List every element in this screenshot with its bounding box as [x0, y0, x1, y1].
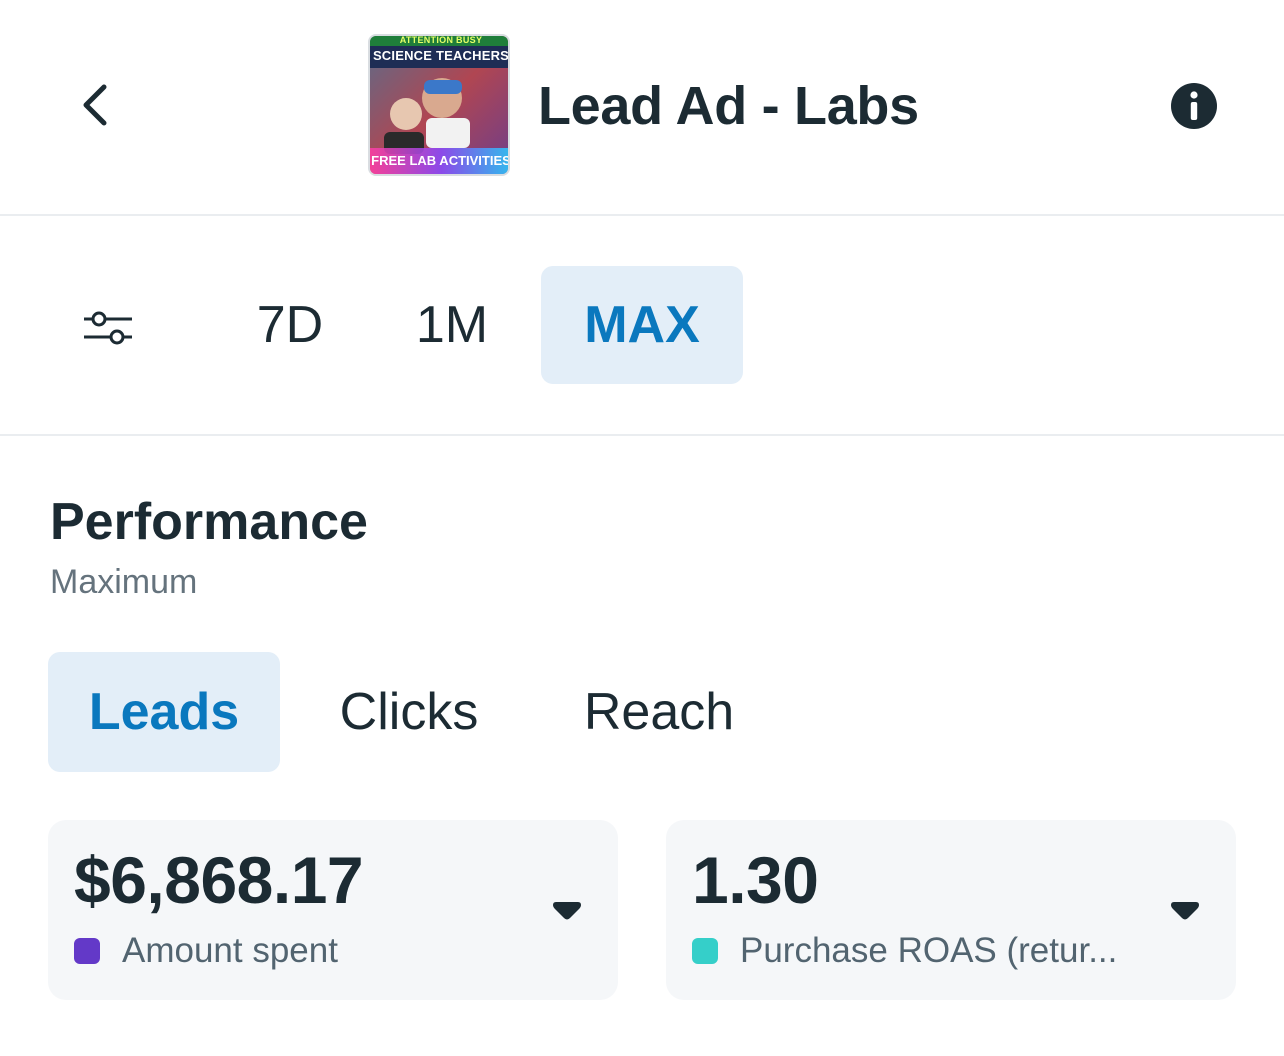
legend-swatch	[692, 938, 718, 964]
header-bar: ATTENTION BUSY SCIENCE TEACHERS FREE LAB…	[0, 0, 1284, 216]
metric-value: $6,868.17	[74, 843, 364, 917]
range-tab-7d[interactable]: 7D	[238, 266, 342, 384]
sliders-icon	[84, 311, 132, 345]
performance-subtitle: Maximum	[50, 563, 198, 601]
metric-label: Amount spent	[122, 931, 338, 970]
page-title: Lead Ad - Labs	[538, 76, 919, 136]
caret-down-icon[interactable]	[550, 900, 584, 922]
back-button[interactable]	[60, 70, 130, 140]
ad-thumbnail: ATTENTION BUSY SCIENCE TEACHERS FREE LAB…	[368, 34, 510, 176]
metric-legend: Purchase ROAS (retur...	[692, 930, 1117, 972]
performance-heading: Performance	[50, 493, 368, 551]
info-icon	[1171, 83, 1217, 129]
thumbnail-line1: ATTENTION BUSY	[399, 35, 483, 45]
metric-tab-leads[interactable]: Leads	[48, 652, 280, 772]
metric-value: 1.30	[692, 843, 819, 917]
metric-legend: Amount spent	[74, 930, 338, 972]
legend-swatch	[74, 938, 100, 964]
range-tab-1m[interactable]: 1M	[400, 266, 504, 384]
info-button[interactable]	[1168, 80, 1220, 132]
date-range-bar: 7D 1M MAX	[0, 218, 1284, 436]
thumbnail-line2: SCIENCE TEACHERS	[372, 48, 510, 63]
metric-label: Purchase ROAS (retur...	[740, 931, 1118, 970]
metric-tab-clicks[interactable]: Clicks	[316, 652, 502, 772]
range-tab-max[interactable]: MAX	[541, 266, 743, 384]
metric-card-purchase-roas[interactable]: 1.30 Purchase ROAS (retur...	[666, 820, 1236, 1000]
thumbnail-line3: FREE LAB ACTIVITIES	[371, 153, 510, 168]
metric-card-amount-spent[interactable]: $6,868.17 Amount spent	[48, 820, 618, 1000]
chevron-left-icon	[83, 84, 107, 126]
caret-down-icon[interactable]	[1168, 900, 1202, 922]
filter-button[interactable]	[72, 300, 144, 354]
metric-tab-reach[interactable]: Reach	[562, 652, 756, 772]
